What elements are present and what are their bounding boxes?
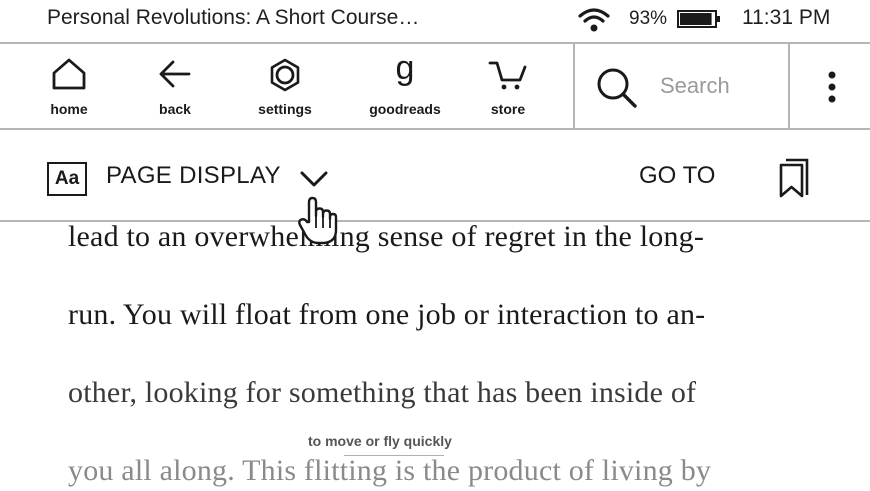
store-button[interactable]: store xyxy=(476,44,540,128)
bookmark-icon[interactable] xyxy=(778,157,810,199)
tooltip-underline xyxy=(344,455,444,456)
home-label: home xyxy=(50,101,88,117)
goodreads-icon: g xyxy=(395,49,415,87)
text-line: lead to an overwhelming sense of regret … xyxy=(68,220,705,253)
wifi-icon xyxy=(578,8,610,32)
battery-percentage: 93% xyxy=(629,8,668,29)
goodreads-label: goodreads xyxy=(369,101,441,117)
home-icon xyxy=(52,58,86,90)
more-menu-button[interactable] xyxy=(790,44,870,128)
settings-gear-icon xyxy=(270,58,300,92)
status-bar: Personal Revolutions: A Short Course… 93… xyxy=(0,0,870,42)
chevron-down-icon[interactable] xyxy=(299,170,329,188)
toolbar: home back settings g goodreads store Sea xyxy=(0,42,870,130)
text-line: other, looking for something that has be… xyxy=(68,376,697,409)
battery-icon xyxy=(677,10,720,28)
settings-button[interactable]: settings xyxy=(245,44,325,128)
back-label: back xyxy=(159,101,191,117)
font-settings-button[interactable]: Aa xyxy=(47,162,87,196)
back-arrow-icon xyxy=(159,60,191,88)
text-line: run. You will float from one job or inte… xyxy=(68,298,706,331)
book-title: Personal Revolutions: A Short Course… xyxy=(47,6,420,29)
hand-cursor-icon xyxy=(298,196,338,245)
settings-label: settings xyxy=(258,101,312,117)
go-to-button[interactable]: GO TO xyxy=(639,162,715,190)
text-line: you all along. This flitting is the prod… xyxy=(68,454,712,487)
back-button[interactable]: back xyxy=(140,44,210,128)
more-vertical-icon xyxy=(828,71,836,103)
dictionary-tooltip: to move or fly quickly xyxy=(308,433,452,449)
search-icon xyxy=(597,68,637,108)
page-display-bar: Aa PAGE DISPLAY GO TO xyxy=(0,130,870,222)
clock: 11:31 PM xyxy=(742,6,831,29)
cart-icon xyxy=(488,61,527,90)
store-label: store xyxy=(490,101,526,117)
goodreads-button[interactable]: g goodreads xyxy=(355,44,455,128)
home-button[interactable]: home xyxy=(35,44,103,128)
page-display-button[interactable]: PAGE DISPLAY xyxy=(106,162,281,190)
search-placeholder: Search xyxy=(660,73,730,98)
